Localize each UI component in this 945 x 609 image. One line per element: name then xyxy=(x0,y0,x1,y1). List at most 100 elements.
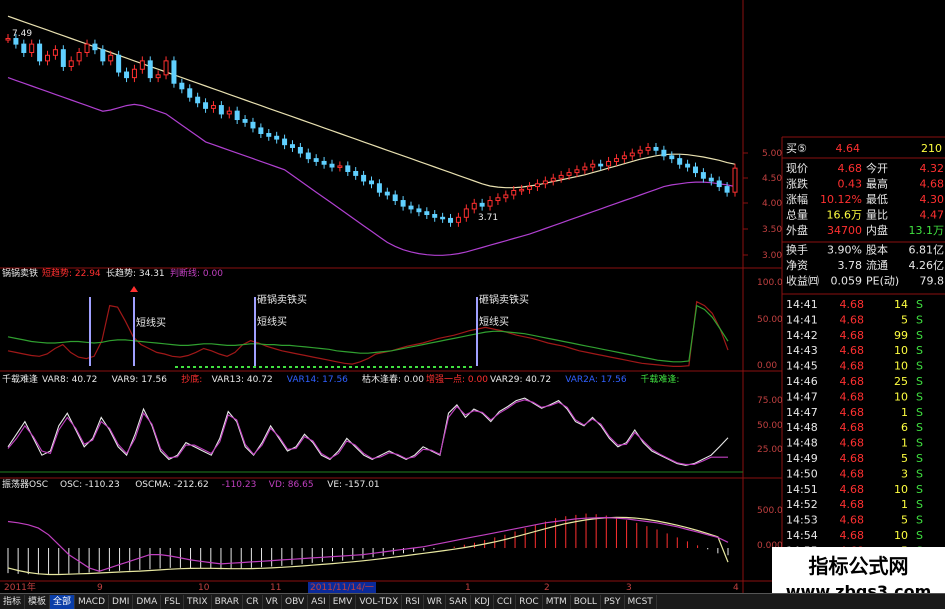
tab-kdj[interactable]: KDJ xyxy=(471,594,494,609)
legend-item: 判断线: 0.00 xyxy=(170,267,223,279)
baseline-dot xyxy=(427,366,430,368)
tab-rsi[interactable]: RSI xyxy=(402,594,424,609)
baseline-dot xyxy=(373,366,376,368)
tab-cr[interactable]: CR xyxy=(243,594,263,609)
tab-cci[interactable]: CCI xyxy=(494,594,517,609)
tick-volume: 3 xyxy=(901,467,908,480)
candle-body xyxy=(68,60,74,67)
x-axis-label: 2011年 xyxy=(4,581,36,593)
tab-vr[interactable]: VR xyxy=(263,594,283,609)
tick-price: 4.68 xyxy=(840,406,865,419)
quote-value: 79.8 xyxy=(920,275,945,288)
candle-body xyxy=(598,163,604,167)
candle-body xyxy=(124,71,130,79)
signal-label-short-buy: 短线买 xyxy=(257,315,287,328)
legend-item: VAR2A: 17.56 xyxy=(565,375,627,385)
tab-全部[interactable]: 全部 xyxy=(50,594,76,609)
tab-emv[interactable]: EMV xyxy=(330,594,357,609)
tab-vol-tdx[interactable]: VOL-TDX xyxy=(356,594,403,609)
tab-dmi[interactable]: DMI xyxy=(109,594,134,609)
tick-side: S xyxy=(916,498,923,511)
tick-price: 4.68 xyxy=(840,329,865,342)
baseline-dot xyxy=(265,366,268,368)
tick-price: 4.68 xyxy=(840,313,865,326)
tab-obv[interactable]: OBV xyxy=(282,594,309,609)
quote-value: 6.81亿 xyxy=(909,244,945,257)
candle-body xyxy=(487,200,493,207)
baseline-dot xyxy=(403,366,406,368)
low-price-label: 3.71 xyxy=(478,213,498,223)
tick-side: S xyxy=(916,360,923,373)
candle-body xyxy=(566,172,572,176)
candle-body xyxy=(471,202,477,210)
baseline-dot xyxy=(307,366,310,368)
baseline-dot xyxy=(463,366,466,368)
candle-body xyxy=(329,163,335,168)
baseline-dot xyxy=(367,366,370,368)
baseline-dot xyxy=(217,366,220,368)
tab-mcst[interactable]: MCST xyxy=(625,594,657,609)
tab-asi[interactable]: ASI xyxy=(308,594,330,609)
tab-mtm[interactable]: MTM xyxy=(543,594,571,609)
tab-boll[interactable]: BOLL xyxy=(571,594,601,609)
stock-chart[interactable]: 7.493.715.004.504.003.503.00 砸锅卖铁买 砸锅卖铁买短… xyxy=(0,0,945,609)
candle-body xyxy=(692,166,698,174)
signal-label-short-buy: 短线买 xyxy=(136,316,166,329)
sell-volume: 210 xyxy=(921,142,942,155)
candle-body xyxy=(258,127,264,134)
baseline-dot xyxy=(343,366,346,368)
baseline-dot xyxy=(385,366,388,368)
candle-body xyxy=(321,160,327,165)
legend-item: -110.23 xyxy=(222,480,257,490)
tick-volume: 10 xyxy=(894,344,908,357)
candle-body xyxy=(542,180,548,185)
candle-body xyxy=(574,169,580,174)
quote-value: 13.1万 xyxy=(909,224,945,237)
tick-price: 4.68 xyxy=(840,421,865,434)
baseline-dot xyxy=(409,366,412,368)
candle-body xyxy=(732,167,738,193)
candle-body xyxy=(677,158,683,165)
quote-label: PE(动) xyxy=(866,275,899,288)
tick-volume: 1 xyxy=(901,498,908,511)
indicator-name: 千载难逢 xyxy=(2,373,38,385)
baseline-dot xyxy=(223,366,226,368)
tick-time: 14:48 xyxy=(786,437,818,450)
tab-wr[interactable]: WR xyxy=(424,594,447,609)
quote-value: 0.43 xyxy=(838,178,863,191)
candle-body xyxy=(661,149,667,157)
y-tick-label: 4.50 xyxy=(762,174,782,184)
candle-body xyxy=(13,38,19,45)
y-tick-label: 100.0 xyxy=(757,278,783,288)
tick-volume: 1 xyxy=(901,437,908,450)
candle-body xyxy=(685,163,691,168)
candle-body xyxy=(432,214,438,218)
baseline-dot xyxy=(451,366,454,368)
baseline-dot xyxy=(415,366,418,368)
tick-time: 14:43 xyxy=(786,344,818,357)
candle-body xyxy=(5,38,11,41)
tab-sar[interactable]: SAR xyxy=(446,594,472,609)
x-axis-label: 10 xyxy=(198,583,210,593)
tab-指标[interactable]: 指标 xyxy=(0,594,26,609)
candle-body xyxy=(52,49,58,56)
quote-label: 今开 xyxy=(866,161,888,175)
quote-value: 4.68 xyxy=(838,162,863,175)
baseline-dot xyxy=(325,366,328,368)
candle-body xyxy=(250,121,256,129)
tab-roc[interactable]: ROC xyxy=(516,594,543,609)
candle-body xyxy=(60,49,66,67)
candle-body xyxy=(455,216,461,223)
tab-dma[interactable]: DMA xyxy=(133,594,162,609)
tab-模板[interactable]: 模板 xyxy=(25,594,51,609)
tick-side: S xyxy=(916,437,923,450)
tick-price: 4.68 xyxy=(840,437,865,450)
tab-trix[interactable]: TRIX xyxy=(184,594,212,609)
y-tick-label: 3.50 xyxy=(762,225,782,235)
tab-psy[interactable]: PSY xyxy=(601,594,625,609)
tab-fsl[interactable]: FSL xyxy=(161,594,184,609)
candle-body xyxy=(558,174,564,179)
tab-macd[interactable]: MACD xyxy=(75,594,110,609)
candle-body xyxy=(163,60,169,76)
tab-brar[interactable]: BRAR xyxy=(212,594,244,609)
